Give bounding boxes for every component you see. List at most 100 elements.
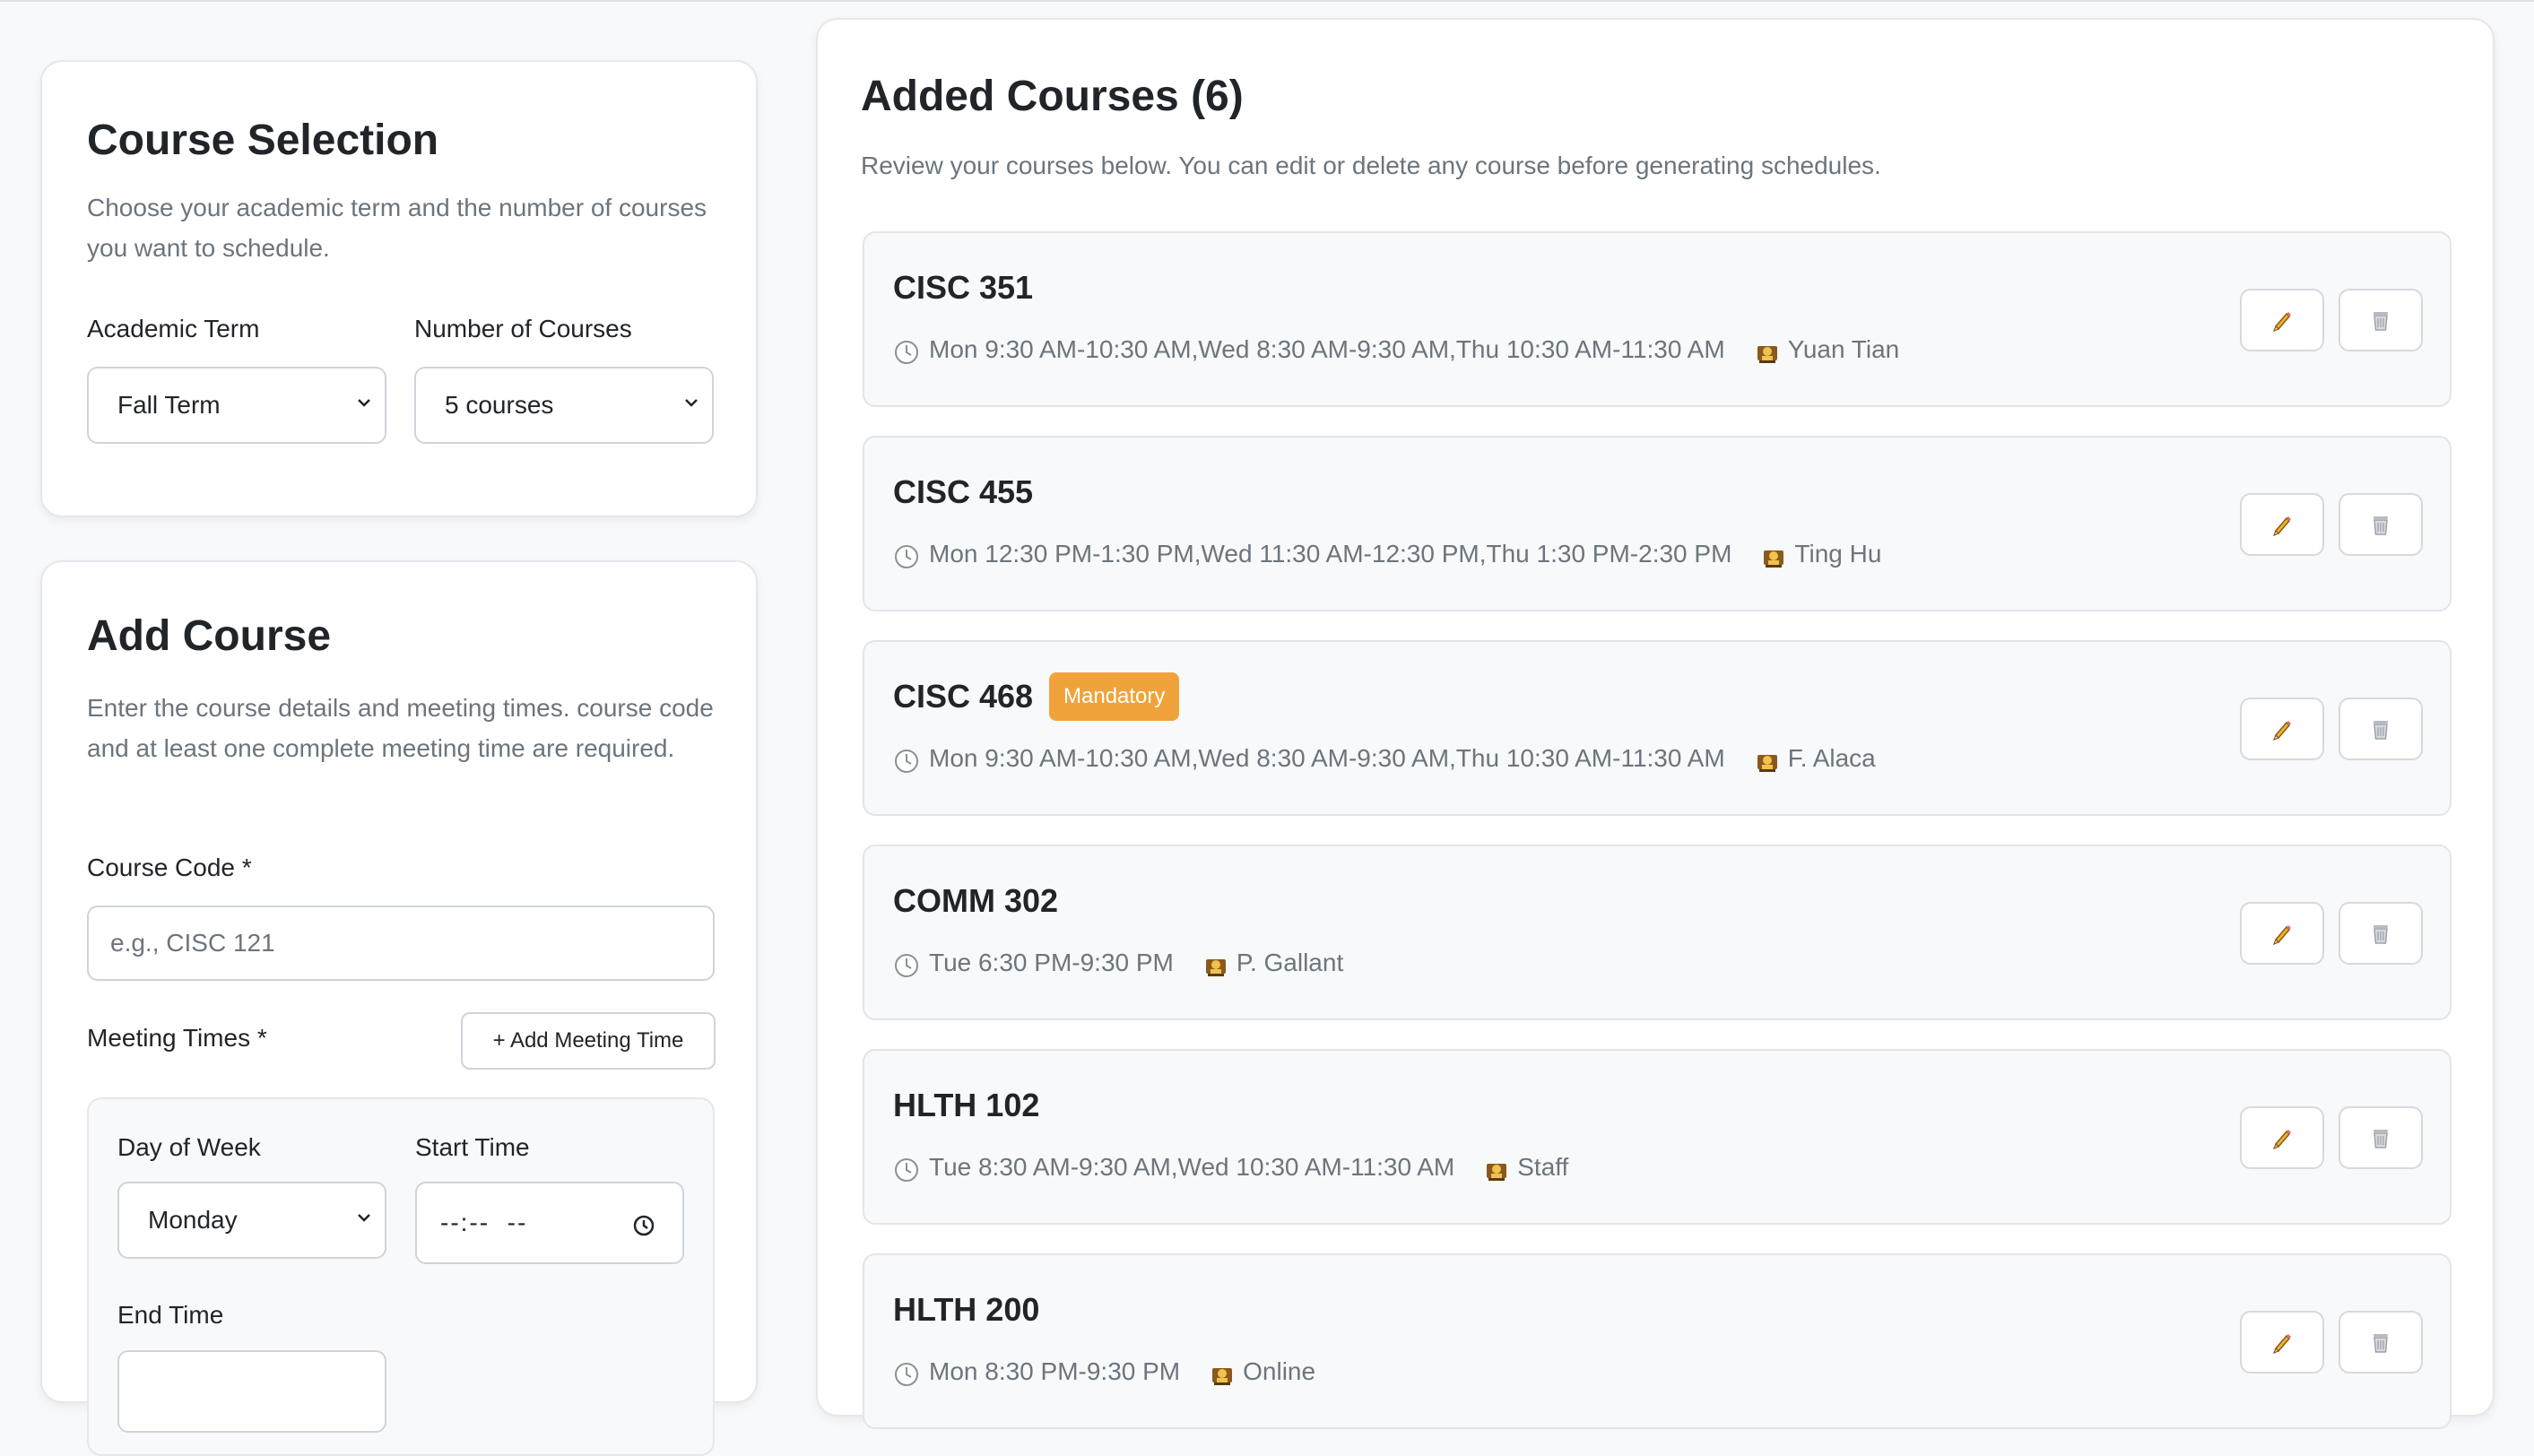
end-time-label: End Time <box>117 1301 224 1329</box>
clock-icon <box>895 1363 918 1386</box>
course-selection-card: Course Selection Choose your academic te… <box>40 60 758 517</box>
course-item: CISC 351 Mon 9:30 AM-10:30 AM,Wed 8:30 A… <box>863 231 2452 407</box>
academic-term-label: Academic Term <box>87 315 260 342</box>
course-instructor: Yuan Tian <box>1787 335 1900 363</box>
teacher-icon <box>1487 1164 1507 1181</box>
pencil-icon <box>2272 1130 2291 1150</box>
added-courses-title: Added Courses (6) <box>861 73 1244 120</box>
course-code: CISC 351 <box>893 269 1034 306</box>
pencil-icon <box>2272 516 2291 537</box>
course-code: HLTH 200 <box>893 1291 1040 1328</box>
added-courses-card: Added Courses (6) Review your courses be… <box>816 18 2495 1429</box>
course-selection-description: Choose your academic term and the number… <box>87 194 707 262</box>
clock-icon <box>895 1158 918 1182</box>
edit-course-button[interactable] <box>2240 902 2324 965</box>
end-time-input[interactable] <box>117 1350 386 1433</box>
clock-icon <box>895 341 918 364</box>
course-times: Mon 9:30 AM-10:30 AM,Wed 8:30 AM-9:30 AM… <box>929 744 1725 772</box>
clock-icon <box>895 545 918 568</box>
trash-icon <box>2373 721 2388 740</box>
mandatory-badge: Mandatory <box>1049 672 1180 721</box>
edit-course-button[interactable] <box>2240 289 2324 351</box>
pencil-icon <box>2272 312 2291 333</box>
trash-icon <box>2373 1334 2388 1353</box>
number-of-courses-label: Number of Courses <box>414 315 632 342</box>
start-time-input[interactable]: --:-- -- <box>415 1182 684 1264</box>
delete-course-button[interactable] <box>2339 493 2423 556</box>
start-time-value: --:-- -- <box>440 1209 528 1236</box>
add-course-card: Add Course Enter the course details and … <box>40 560 758 1456</box>
course-code-placeholder: e.g., CISC 121 <box>110 929 275 957</box>
delete-course-button[interactable] <box>2339 698 2423 760</box>
number-of-courses-value: 5 courses <box>445 391 554 419</box>
day-of-week-label: Day of Week <box>117 1133 261 1161</box>
course-meta: Mon 9:30 AM-10:30 AM,Wed 8:30 AM-9:30 AM… <box>893 742 1876 775</box>
trash-icon <box>2373 516 2388 535</box>
chevron-down-icon <box>358 399 370 407</box>
day-of-week-value: Monday <box>148 1206 238 1234</box>
course-instructor: Online <box>1243 1357 1316 1385</box>
course-times: Mon 9:30 AM-10:30 AM,Wed 8:30 AM-9:30 AM… <box>929 335 1725 363</box>
course-code: CISC 468 <box>893 678 1034 715</box>
course-code-input[interactable]: e.g., CISC 121 <box>87 906 715 981</box>
course-times: Tue 8:30 AM-9:30 AM,Wed 10:30 AM-11:30 A… <box>929 1153 1455 1181</box>
course-item: CISC 468 Mon 9:30 AM-10:30 AM,Wed 8:30 A… <box>863 640 2452 816</box>
delete-course-button[interactable] <box>2339 902 2423 965</box>
edit-course-button[interactable] <box>2240 1106 2324 1169</box>
teacher-icon <box>1757 346 1777 363</box>
teacher-icon <box>1764 550 1784 568</box>
course-meta: Tue 6:30 PM-9:30 PM P. Gallant <box>893 947 1343 979</box>
pencil-icon <box>2272 1334 2291 1355</box>
pencil-icon <box>2272 925 2291 946</box>
course-instructor: F. Alaca <box>1787 744 1876 772</box>
delete-course-button[interactable] <box>2339 1311 2423 1374</box>
trash-icon <box>2373 925 2388 944</box>
course-times: Tue 6:30 PM-9:30 PM <box>929 949 1174 976</box>
edit-course-button[interactable] <box>2240 1311 2324 1374</box>
academic-term-select[interactable]: Fall Term <box>87 367 386 444</box>
number-of-courses-select[interactable]: 5 courses <box>414 367 714 444</box>
course-instructor: P. Gallant <box>1236 949 1344 976</box>
clock-icon <box>895 750 918 773</box>
course-item: COMM 302 Tue 6:30 PM-9:30 PM P. Gallant <box>863 845 2452 1020</box>
course-selection-title: Course Selection <box>87 117 439 164</box>
course-code: COMM 302 <box>893 882 1059 919</box>
added-courses-description: Review your courses below. You can edit … <box>861 152 1881 179</box>
start-time-label: Start Time <box>415 1133 530 1161</box>
academic-term-value: Fall Term <box>117 391 221 419</box>
course-item: HLTH 102 Tue 8:30 AM-9:30 AM,Wed 10:30 A… <box>863 1049 2452 1225</box>
day-of-week-select[interactable]: Monday <box>117 1182 386 1259</box>
clock-icon[interactable] <box>632 1214 655 1237</box>
course-code: HLTH 102 <box>893 1087 1040 1123</box>
chevron-down-icon <box>358 1214 370 1222</box>
clock-icon <box>895 954 918 977</box>
course-instructor: Staff <box>1517 1153 1569 1181</box>
edit-course-button[interactable] <box>2240 493 2324 556</box>
teacher-icon <box>1757 755 1777 772</box>
meeting-times-label: Meeting Times * <box>87 1024 267 1052</box>
course-meta: Tue 8:30 AM-9:30 AM,Wed 10:30 AM-11:30 A… <box>893 1151 1568 1183</box>
pencil-icon <box>2272 721 2291 741</box>
delete-course-button[interactable] <box>2339 289 2423 351</box>
add-meeting-time-button[interactable]: + Add Meeting Time <box>461 1012 716 1070</box>
add-course-description: Enter the course details and meeting tim… <box>87 694 714 762</box>
edit-course-button[interactable] <box>2240 698 2324 760</box>
delete-course-button[interactable] <box>2339 1106 2423 1169</box>
trash-icon <box>2373 312 2388 331</box>
trash-icon <box>2373 1130 2388 1148</box>
course-code: CISC 455 <box>893 473 1034 510</box>
course-meta: Mon 9:30 AM-10:30 AM,Wed 8:30 AM-9:30 AM… <box>893 334 1899 366</box>
top-divider <box>0 0 2534 2</box>
teacher-icon <box>1212 1368 1233 1385</box>
course-item: CISC 455 Mon 12:30 PM-1:30 PM,Wed 11:30 … <box>863 436 2452 611</box>
course-item: HLTH 200 Mon 8:30 PM-9:30 PM Online <box>863 1253 2452 1429</box>
meeting-time-panel: Day of Week Monday Start Time --:-- -- E… <box>87 1097 715 1456</box>
course-code-label: Course Code * <box>87 854 252 881</box>
chevron-down-icon <box>685 399 698 407</box>
course-times: Mon 8:30 PM-9:30 PM <box>929 1357 1181 1385</box>
course-instructor: Ting Hu <box>1794 540 1882 568</box>
add-course-title: Add Course <box>87 612 332 660</box>
course-meta: Mon 12:30 PM-1:30 PM,Wed 11:30 AM-12:30 … <box>893 538 1881 570</box>
course-times: Mon 12:30 PM-1:30 PM,Wed 11:30 AM-12:30 … <box>929 540 1732 568</box>
course-meta: Mon 8:30 PM-9:30 PM Online <box>893 1356 1315 1388</box>
